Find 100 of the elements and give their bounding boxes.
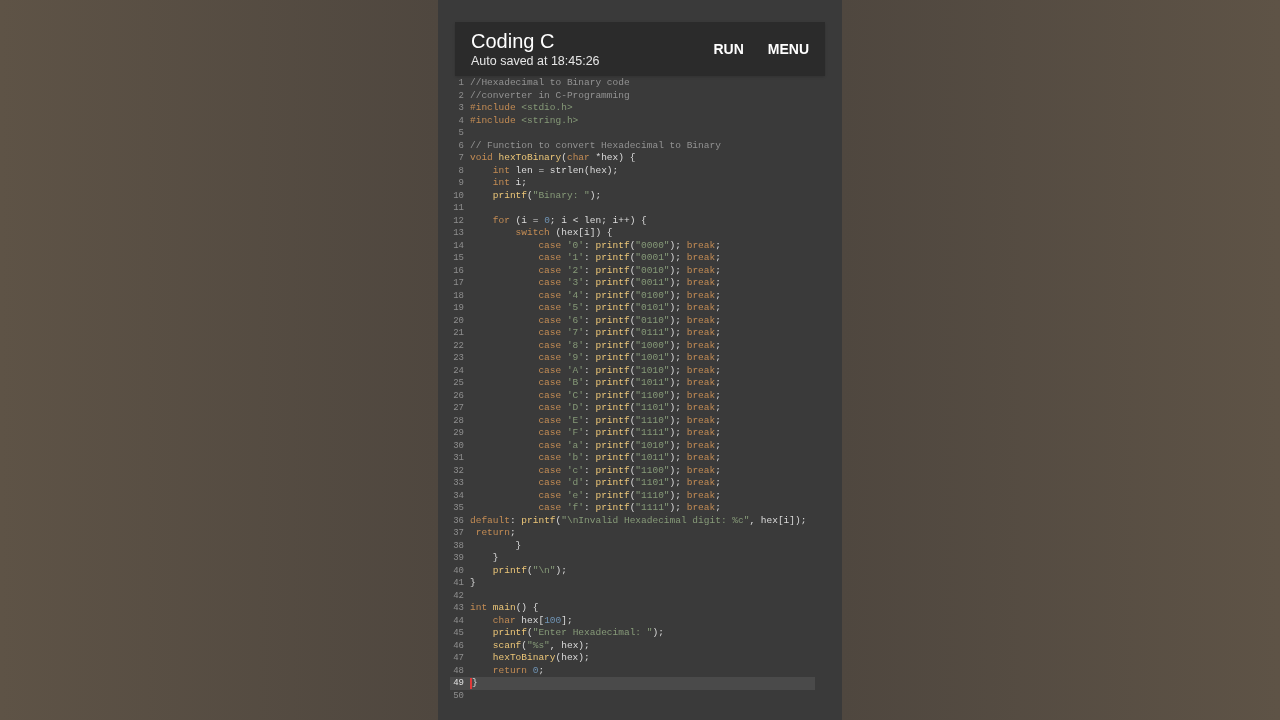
code-line: case 'c': printf("1100"); break; [537,464,721,477]
code-line: case 'a': printf("1010"); break; [537,439,721,452]
code-line: case 'B': printf("1011"); break; [537,377,721,390]
code-line: switch (hex[i]) { [514,227,613,240]
code-line: for (i = 0; i < len; i++) { [491,214,647,227]
code-line: case 'E': printf("1110"); break; [537,414,721,427]
code-line: case '2': printf("0010"); break; [537,264,721,277]
code-line: } [514,539,522,552]
code-line: case '5': printf("0101"); break; [537,302,721,315]
line-number: 4 [457,114,465,127]
code-line: char hex[100]; [491,614,573,627]
line-number: 22 [452,339,465,352]
code-line: int main() { [470,602,539,615]
text-cursor [470,677,472,689]
line-number: 34 [452,489,465,502]
line-number: 13 [452,227,465,240]
code-line: scanf("%s", hex); [491,639,590,652]
line-number: 40 [452,564,465,577]
line-number: 36 [452,514,465,527]
line-number: 24 [452,364,465,377]
line-number: 43 [452,602,465,615]
line-number: 5 [457,127,465,140]
action-button[interactable]: MENU [767,38,809,60]
code-line: } [472,677,478,690]
code-line: hexToBinary(hex); [491,652,590,665]
line-number: 45 [452,627,465,640]
code-line: int i; [491,177,528,190]
line-number: 16 [452,264,465,277]
code-line: void hexToBinary(char *hex) { [470,152,636,165]
code-line: case 'd': printf("1101"); break; [537,477,721,490]
code-line: printf("Binary: "); [491,189,602,202]
line-number: 47 [452,652,465,665]
line-number: 12 [452,214,465,227]
line-number: 29 [452,427,465,440]
code-line: case '9': printf("1001"); break; [537,352,721,365]
line-number: 50 [452,689,465,702]
line-number: 9 [457,177,465,190]
line-number: 1 [457,77,465,90]
line-number: 21 [452,327,465,340]
line-number: 44 [452,614,465,627]
line-number: 6 [457,139,465,152]
code-line: printf("\n"); [491,564,567,577]
code-line: case 'C': printf("1100"); break; [537,389,721,402]
line-number: 14 [452,239,465,252]
line-number: 2 [457,89,465,102]
line-number: 20 [452,314,465,327]
code-line: } [470,577,476,590]
code-line: int len = strlen(hex); [491,164,619,177]
line-number: 7 [457,152,465,165]
line-number: 18 [452,289,465,302]
line-number: 17 [452,277,465,290]
code-line: case '7': printf("0111"); break; [537,327,721,340]
code-line: case '8': printf("1000"); break; [537,339,721,352]
line-number: 46 [452,639,465,652]
code-line: default: printf("\nInvalid Hexadecimal digit: %c", hex[i]); [470,514,807,527]
code-line: case 'F': printf("1111"); break; [537,427,721,440]
line-number: 8 [457,164,465,177]
code-line: printf("Enter Hexadecimal: "); [491,627,664,640]
code-line: #include <string.h> [470,114,579,127]
line-number: 30 [452,439,465,452]
line-number: 33 [452,477,465,490]
code-line: return; [474,527,516,540]
line-number: 23 [452,352,465,365]
line-number: 39 [452,552,465,565]
line-number: 3 [457,102,465,115]
code-line: case 'e': printf("1110"); break; [537,489,721,502]
action-button[interactable]: RUN [713,38,744,60]
line-number: 38 [452,539,465,552]
autosave-status: Auto saved at 18:45:26 [471,53,601,69]
line-number: 37 [452,527,465,540]
line-number: 27 [452,402,465,415]
line-number: 32 [452,464,465,477]
code-line: case 'b': printf("1011"); break; [537,452,721,465]
code-line: } [491,552,499,565]
code-line: case 'A': printf("1010"); break; [537,364,721,377]
line-number: 19 [452,302,465,315]
code-line: case 'D': printf("1101"); break; [537,402,721,415]
line-number: 31 [452,452,465,465]
code-line: case '3': printf("0011"); break; [537,277,721,290]
line-number: 26 [452,389,465,402]
app-title: Coding C [471,29,556,53]
line-number: 11 [452,202,465,215]
code-line: case '6': printf("0110"); break; [537,314,721,327]
line-number: 48 [452,664,465,677]
line-number: 49 [452,677,465,690]
line-number: 10 [452,189,465,202]
code-line: // Function to convert Hexadecimal to Binary [470,139,721,152]
line-number: 42 [452,589,465,602]
line-number: 25 [452,377,465,390]
code-line: case 'f': printf("1111"); break; [537,502,721,515]
line-number: 35 [452,502,465,515]
code-line: case '4': printf("0100"); break; [537,289,721,302]
line-number: 15 [452,252,465,265]
code-line: //Hexadecimal to Binary code [470,77,630,90]
line-number: 41 [452,577,465,590]
code-line: //converter in C-Programming [470,89,630,102]
code-line: #include <stdio.h> [470,102,573,115]
code-line: case '0': printf("0000"); break; [537,239,721,252]
line-number: 28 [452,414,465,427]
code-line: return 0; [491,664,545,677]
